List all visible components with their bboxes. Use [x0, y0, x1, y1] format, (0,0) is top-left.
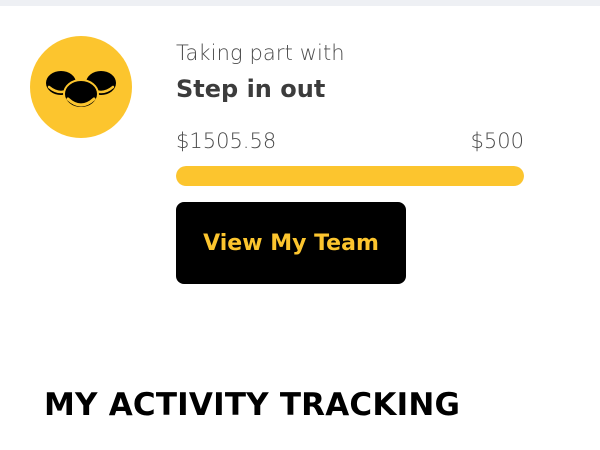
team-card: Taking part with Step in out $1505.58 $5… [0, 6, 600, 306]
team-name: Step in out [176, 75, 326, 103]
team-group-icon [46, 71, 116, 109]
progress-fill [176, 166, 524, 186]
view-my-team-button[interactable]: View My Team [176, 202, 406, 284]
fundraising-goal: $500 [470, 129, 524, 153]
activity-tracking-heading: MY ACTIVITY TRACKING [44, 387, 461, 423]
team-info: Taking part with Step in out $1505.58 $5… [176, 40, 524, 186]
taking-part-caption: Taking part with [176, 41, 345, 65]
fundraising-amounts: $1505.58 $500 [176, 128, 524, 154]
amount-raised: $1505.58 [176, 129, 277, 153]
team-avatar [30, 36, 132, 138]
fundraising-progress-bar [176, 166, 524, 186]
